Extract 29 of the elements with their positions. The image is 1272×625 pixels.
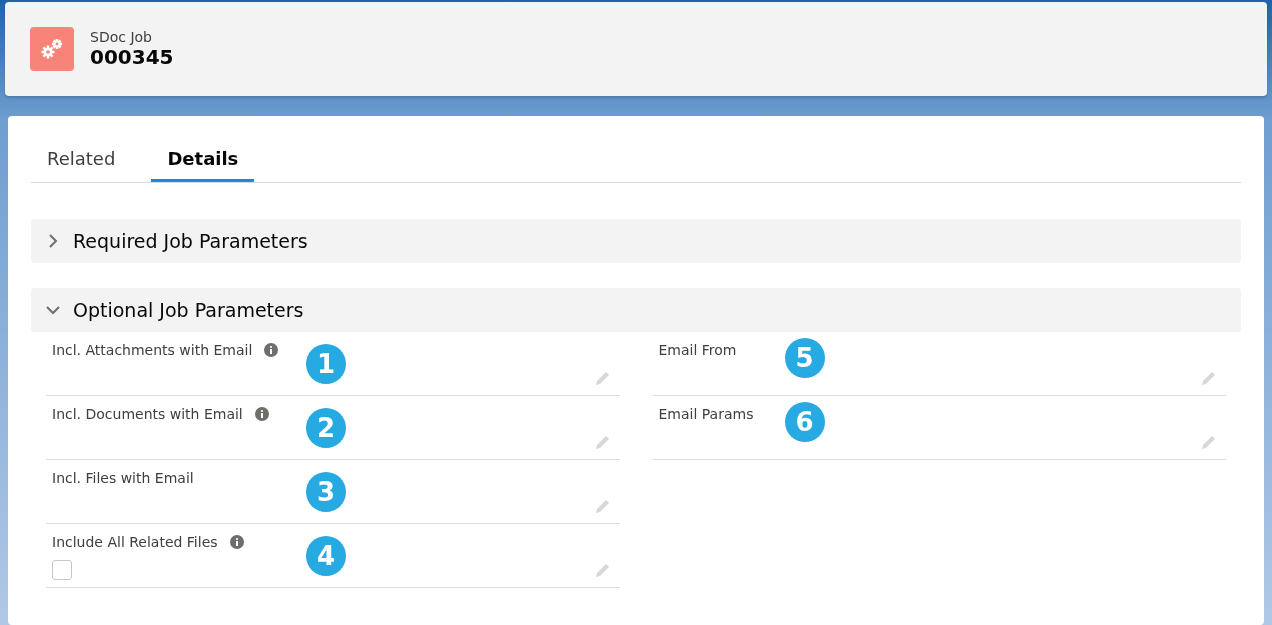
pencil-icon[interactable] [593,369,612,387]
info-icon[interactable] [229,535,244,549]
field-label: Incl. Files with Email [52,470,194,486]
pencil-icon[interactable] [1200,433,1218,451]
pencil-icon[interactable] [593,433,612,451]
field-label: Incl. Attachments with Email [52,342,253,358]
tab[interactable]: Related [31,142,132,182]
object-type-label: SDoc Job [90,29,153,45]
field-label: Email From [658,342,737,358]
field-label: Incl. Documents with Email [52,406,243,422]
section-header[interactable]: Optional Job Parameters [31,288,1241,332]
record-name: 000345 [90,45,174,69]
gears-icon [30,27,74,71]
callout-number: 1 [306,344,346,384]
pencil-icon[interactable] [593,497,612,515]
field-label: Include All Related Files [52,534,218,550]
callout-number: 2 [306,408,346,448]
pencil-icon[interactable] [593,561,612,579]
field-label: Email Params [658,406,754,422]
callout-number: 6 [784,402,825,442]
info-icon[interactable] [254,407,269,421]
info-icon[interactable] [264,343,279,357]
tab[interactable]: Details [151,142,255,182]
callout-number: 5 [784,338,825,378]
callout-number: 3 [306,472,346,512]
pencil-icon[interactable] [1200,369,1218,387]
section-header[interactable]: Required Job Parameters [31,219,1241,263]
callout-number: 4 [306,536,346,576]
checkbox[interactable] [52,560,72,580]
